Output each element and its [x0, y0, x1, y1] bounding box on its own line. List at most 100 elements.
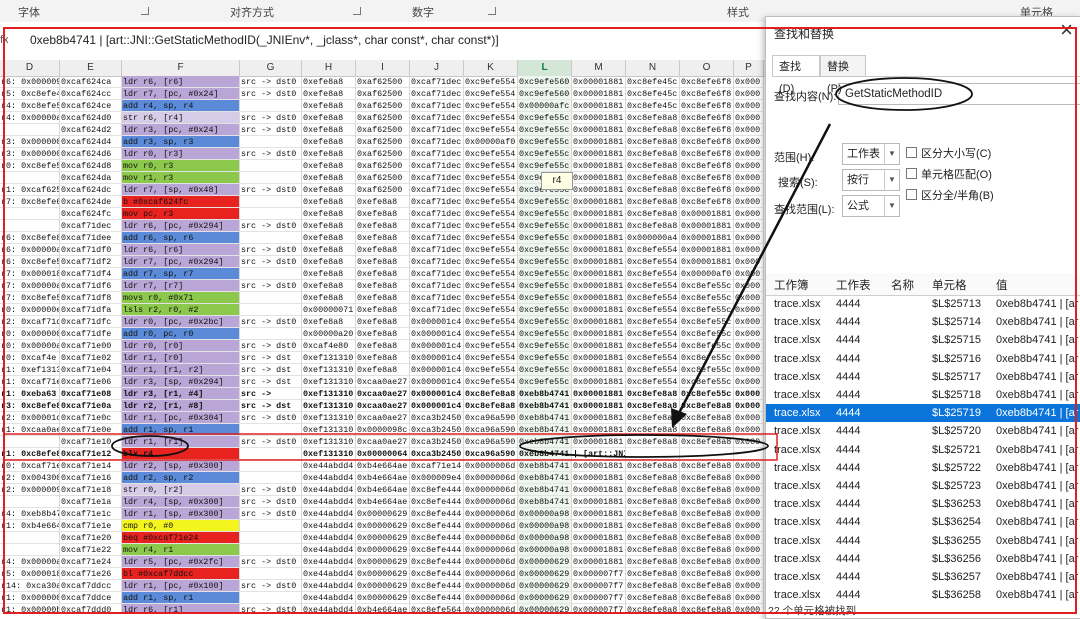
- cell-I[interactable]: 0xb4e664ae: [356, 604, 410, 612]
- cell-O[interactable]: 0x00001881: [680, 232, 734, 244]
- cell-P[interactable]: 0x000: [734, 328, 764, 340]
- cell-O[interactable]: 0x00001881: [680, 256, 734, 268]
- cell-P[interactable]: 0x000: [734, 352, 764, 364]
- cell-D[interactable]: r1: 0xb4e664a: [0, 520, 60, 532]
- cell-E[interactable]: 0xcaf624dc: [60, 184, 122, 196]
- cell-K[interactable]: 0xc9efe554: [464, 76, 518, 88]
- result-row[interactable]: trace.xlsx 4444 $L$36256 0xeb8b4741 | [ar: [766, 550, 1080, 568]
- cell-J[interactable]: 0xcaf71dec: [410, 160, 464, 172]
- close-icon[interactable]: ×: [1060, 17, 1073, 43]
- cell-L[interactable]: 0xc9efe55c: [518, 292, 572, 304]
- cell-I[interactable]: 0x00000629: [356, 592, 410, 604]
- cell-E[interactable]: 0xcaf71dfa: [60, 304, 122, 316]
- cell-O[interactable]: 0xc8efe8a8: [680, 496, 734, 508]
- cell-J[interactable]: 0x000009e4: [410, 472, 464, 484]
- cell-O[interactable]: 0xc8efe8a8: [680, 472, 734, 484]
- cell-L[interactable]: 0xeb8b4741: [518, 412, 572, 424]
- cell-H[interactable]: 0xefe8a8: [302, 160, 356, 172]
- column-header-P[interactable]: P: [734, 60, 764, 76]
- cell-E[interactable]: 0xcaf71dfc: [60, 316, 122, 328]
- cell-M[interactable]: 0x00001881: [572, 244, 626, 256]
- scope-select[interactable]: 工作表 ▼: [842, 143, 900, 165]
- cell-K[interactable]: 0xc9efe554: [464, 148, 518, 160]
- cell-K[interactable]: 0xc9efe554: [464, 304, 518, 316]
- cell-M[interactable]: 0x00001881: [572, 412, 626, 424]
- ribbon-group-styles[interactable]: 样式: [727, 4, 749, 20]
- cell-M[interactable]: 0x00001881: [572, 400, 626, 412]
- cell-P[interactable]: 0x000: [734, 136, 764, 148]
- cell-F[interactable]: ldr r3, [pc, #0x24]: [122, 124, 240, 136]
- cell-M[interactable]: 0x00001881: [572, 520, 626, 532]
- cell-I[interactable]: 0x0000098c: [356, 424, 410, 436]
- cell-I[interactable]: 0xcaa0ae27: [356, 376, 410, 388]
- cell-E[interactable]: 0xcaf71e10: [60, 436, 122, 448]
- cell-F[interactable]: ldr r1, [r1, r2]: [122, 364, 240, 376]
- cell-D[interactable]: r1: 0x000000: [0, 592, 60, 604]
- match-entire-cell-checkbox[interactable]: 单元格匹配(O): [906, 166, 992, 182]
- cell-J[interactable]: 0xc8efe444: [410, 484, 464, 496]
- cell-I[interactable]: 0xefe8a8: [356, 220, 410, 232]
- cell-E[interactable]: 0xcaf71e24: [60, 556, 122, 568]
- cell-P[interactable]: 0x000: [734, 280, 764, 292]
- cell-K[interactable]: 0xc9efe554: [464, 352, 518, 364]
- cell-N[interactable]: 0xc8efe8a8: [626, 148, 680, 160]
- cell-F[interactable]: cmp r0, #0: [122, 520, 240, 532]
- cell-K[interactable]: 0xc9efe554: [464, 100, 518, 112]
- cell-P[interactable]: 0x000: [734, 268, 764, 280]
- cell-M[interactable]: 0x00001881: [572, 184, 626, 196]
- cell-H[interactable]: 0xe44abdd4: [302, 460, 356, 472]
- results-col-value[interactable]: 值: [996, 277, 1008, 293]
- cell-F[interactable]: add r2, sp, r2: [122, 472, 240, 484]
- cell-O[interactable]: 0xc8efe55c: [680, 364, 734, 376]
- cell-F[interactable]: ldr r0, [r3]: [122, 148, 240, 160]
- cell-G[interactable]: src -> dst0: [240, 256, 302, 268]
- cell-H[interactable]: 0xe44abdd4: [302, 532, 356, 544]
- cell-J[interactable]: 0x000001c4: [410, 328, 464, 340]
- cell-D[interactable]: [0, 532, 60, 544]
- cell-I[interactable]: 0xaf62500: [356, 124, 410, 136]
- cell-G[interactable]: src -> dst0: [240, 556, 302, 568]
- cell-L[interactable]: 0xc9efe55c: [518, 256, 572, 268]
- cell-L[interactable]: 0x00000a98: [518, 508, 572, 520]
- cell-P[interactable]: 0x000: [734, 604, 764, 612]
- cell-F[interactable]: add r0, pc, r0: [122, 328, 240, 340]
- ribbon-group-font[interactable]: 字体: [18, 4, 40, 20]
- cell-G[interactable]: src -> dst0: [240, 604, 302, 612]
- cell-D[interactable]: r0: 0x00000e: [0, 304, 60, 316]
- cell-P[interactable]: 0x000: [734, 544, 764, 556]
- cell-I[interactable]: 0x00000629: [356, 580, 410, 592]
- cell-I[interactable]: 0xaf62500: [356, 184, 410, 196]
- cell-I[interactable]: 0x00000629: [356, 568, 410, 580]
- cell-K[interactable]: 0xc9efe554: [464, 244, 518, 256]
- cell-P[interactable]: 0x000: [734, 184, 764, 196]
- cell-H[interactable]: 0xef131310: [302, 376, 356, 388]
- cell-I[interactable]: 0xaf62500: [356, 76, 410, 88]
- cell-E[interactable]: 0xcaf71e0a: [60, 400, 122, 412]
- result-row[interactable]: trace.xlsx 4444 $L$25716 0xeb8b4741 | [ar: [766, 350, 1080, 368]
- tab-find[interactable]: 查找(D): [772, 55, 820, 95]
- cell-D[interactable]: r7: 0xc8efe6f: [0, 196, 60, 208]
- cell-D[interactable]: r6: 0xc8efe55: [0, 256, 60, 268]
- cell-E[interactable]: 0xcaf71df4: [60, 268, 122, 280]
- cell-P[interactable]: 0x000: [734, 376, 764, 388]
- cell-F[interactable]: ldr r6, [r1]: [122, 604, 240, 612]
- cell-H[interactable]: 0xe44abdd4: [302, 520, 356, 532]
- cell-E[interactable]: 0xcaf71e12: [60, 448, 122, 460]
- cell-F[interactable]: mov r1, r3: [122, 172, 240, 184]
- cell-M[interactable]: 0x00001881: [572, 364, 626, 376]
- cell-O[interactable]: 0xc8efe6f8: [680, 88, 734, 100]
- cell-J[interactable]: 0xcaf71dec: [410, 124, 464, 136]
- cell-M[interactable]: 0x00001881: [572, 232, 626, 244]
- cell-D[interactable]: r0: 0x00000a: [0, 340, 60, 352]
- cell-L[interactable]: 0xc9efe55c: [518, 340, 572, 352]
- cell-I[interactable]: 0xb4e664ae: [356, 484, 410, 496]
- cell-G[interactable]: [240, 100, 302, 112]
- cell-M[interactable]: 0x00001881: [572, 208, 626, 220]
- cell-F[interactable]: movs r0, #0x71: [122, 292, 240, 304]
- cell-N[interactable]: 0xc8efe554: [626, 268, 680, 280]
- cell-H[interactable]: 0xef131310: [302, 364, 356, 376]
- cell-F[interactable]: mov r0, r3: [122, 160, 240, 172]
- cell-M[interactable]: 0x00001881: [572, 268, 626, 280]
- cell-E[interactable]: 0xcaf71e02: [60, 352, 122, 364]
- cell-K[interactable]: 0x00000af0: [464, 136, 518, 148]
